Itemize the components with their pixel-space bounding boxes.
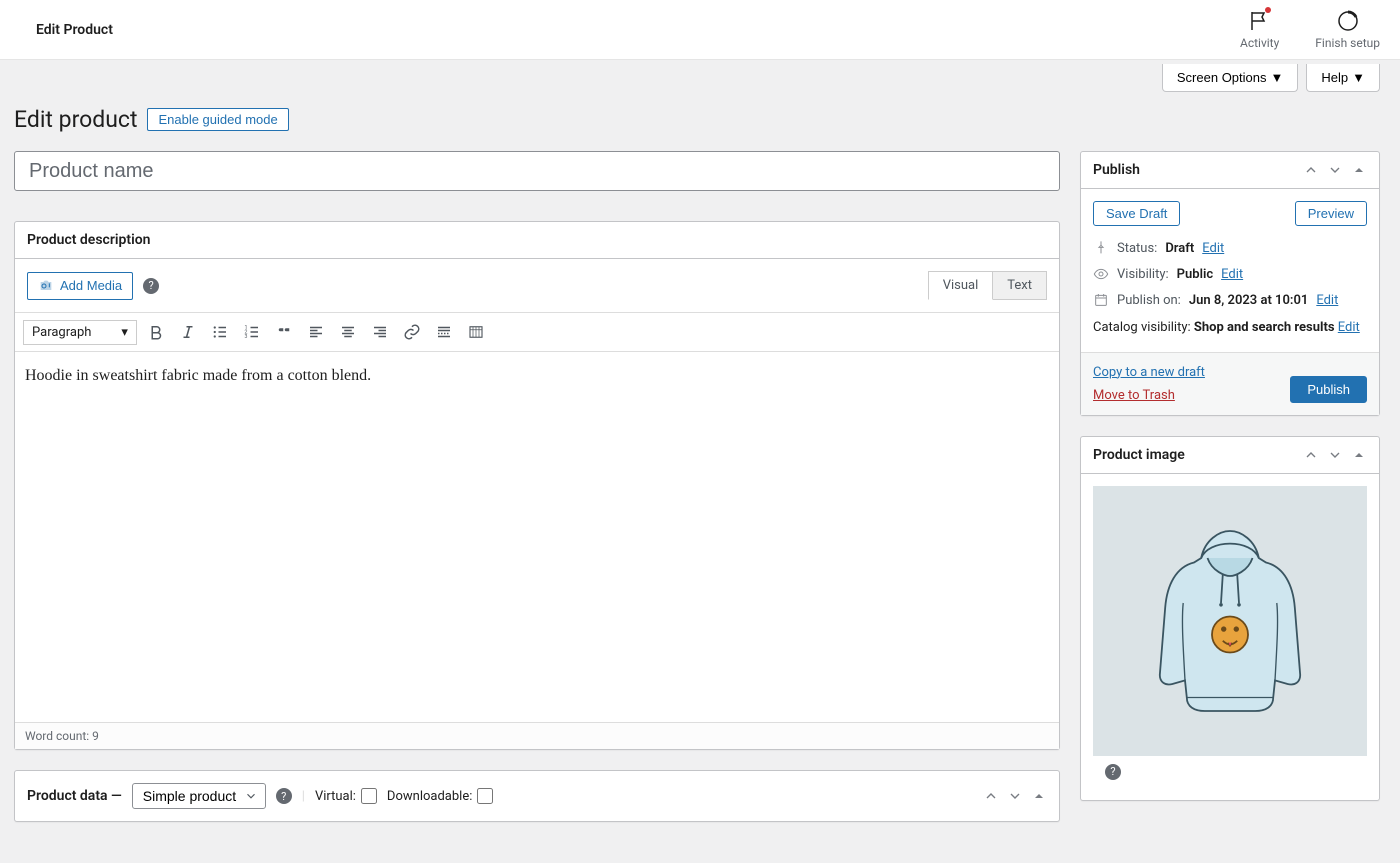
product-image-thumbnail[interactable] <box>1093 486 1367 756</box>
bullet-list-button[interactable] <box>207 319 233 345</box>
eye-icon <box>1093 266 1109 282</box>
tab-visual[interactable]: Visual <box>928 271 994 300</box>
help-icon[interactable]: ? <box>1105 764 1121 780</box>
top-actions: Activity Finish setup <box>1240 9 1380 50</box>
edit-catalog-link[interactable]: Edit <box>1338 320 1360 335</box>
chevron-down-icon[interactable] <box>1327 447 1343 463</box>
calendar-icon <box>1093 292 1109 308</box>
product-name-input[interactable] <box>14 151 1060 191</box>
help-button[interactable]: Help ▼ <box>1306 64 1380 92</box>
link-button[interactable] <box>399 319 425 345</box>
chevron-up-icon[interactable] <box>1303 162 1319 178</box>
copy-draft-link[interactable]: Copy to a new draft <box>1093 365 1205 380</box>
chevron-up-icon[interactable] <box>1303 447 1319 463</box>
help-icon[interactable]: ? <box>276 788 292 804</box>
chevron-up-icon[interactable] <box>983 788 999 804</box>
edit-date-link[interactable]: Edit <box>1316 293 1338 308</box>
svg-text:3: 3 <box>244 334 247 340</box>
product-image-panel: Product image <box>1080 436 1380 801</box>
help-icon[interactable]: ? <box>143 278 159 294</box>
clock-progress-icon <box>1336 9 1360 33</box>
save-draft-button[interactable]: Save Draft <box>1093 201 1180 226</box>
page-title-small: Edit Product <box>36 22 113 38</box>
blockquote-button[interactable] <box>271 319 297 345</box>
screen-options-row: Screen Options ▼ Help ▼ <box>14 60 1380 92</box>
edit-status-link[interactable]: Edit <box>1202 241 1224 256</box>
caret-up-icon[interactable] <box>1351 447 1367 463</box>
caret-down-icon: ▼ <box>1352 70 1365 85</box>
tab-text[interactable]: Text <box>992 271 1047 300</box>
caret-up-icon[interactable] <box>1031 788 1047 804</box>
italic-button[interactable] <box>175 319 201 345</box>
downloadable-checkbox[interactable]: Downloadable: <box>387 788 493 804</box>
page-title: Edit product <box>14 106 137 133</box>
hoodie-illustration <box>1140 521 1320 721</box>
publish-title: Publish <box>1093 162 1140 178</box>
activity-label: Activity <box>1240 36 1279 50</box>
finish-setup-button[interactable]: Finish setup <box>1315 9 1380 50</box>
finish-setup-label: Finish setup <box>1315 36 1380 50</box>
activity-button[interactable]: Activity <box>1240 9 1279 50</box>
toolbar-toggle-button[interactable] <box>463 319 489 345</box>
publish-panel: Publish Save Draft Preview <box>1080 151 1380 416</box>
product-description-panel: Product description Add Media ? Visual T… <box>14 221 1060 750</box>
pin-icon <box>1093 240 1109 256</box>
separator: | <box>302 789 305 804</box>
read-more-button[interactable] <box>431 319 457 345</box>
add-media-button[interactable]: Add Media <box>27 272 133 300</box>
caret-down-icon: ▼ <box>1271 70 1284 85</box>
product-description-title: Product description <box>27 232 150 248</box>
word-count: Word count: 9 <box>15 722 1059 749</box>
top-bar: Edit Product Activity Finish setup <box>0 0 1400 60</box>
editor-tabs: Visual Text <box>929 271 1047 300</box>
editor-content[interactable]: Hoodie in sweatshirt fabric made from a … <box>15 352 1059 722</box>
align-left-button[interactable] <box>303 319 329 345</box>
caret-up-icon[interactable] <box>1351 162 1367 178</box>
product-data-panel: Product data — Simple product ? | Virtua… <box>14 770 1060 822</box>
screen-options-button[interactable]: Screen Options ▼ <box>1162 64 1298 92</box>
product-type-select[interactable]: Simple product <box>132 783 266 809</box>
align-center-button[interactable] <box>335 319 361 345</box>
product-image-title: Product image <box>1093 447 1185 463</box>
editor-toolbar: Paragraph▾ 123 <box>15 313 1059 352</box>
page-heading: Edit product Enable guided mode <box>14 106 1380 133</box>
edit-visibility-link[interactable]: Edit <box>1221 267 1243 282</box>
publish-button[interactable]: Publish <box>1290 376 1367 403</box>
align-right-button[interactable] <box>367 319 393 345</box>
move-to-trash-link[interactable]: Move to Trash <box>1093 388 1205 403</box>
preview-button[interactable]: Preview <box>1295 201 1367 226</box>
camera-music-icon <box>38 278 54 294</box>
virtual-checkbox[interactable]: Virtual: <box>315 788 377 804</box>
product-data-title: Product data — <box>27 788 122 804</box>
bold-button[interactable] <box>143 319 169 345</box>
numbered-list-button[interactable]: 123 <box>239 319 265 345</box>
enable-guided-mode-button[interactable]: Enable guided mode <box>147 108 288 131</box>
caret-down-icon: ▾ <box>121 325 128 340</box>
chevron-down-icon[interactable] <box>1007 788 1023 804</box>
format-select[interactable]: Paragraph▾ <box>23 320 137 345</box>
chevron-down-icon[interactable] <box>1327 162 1343 178</box>
